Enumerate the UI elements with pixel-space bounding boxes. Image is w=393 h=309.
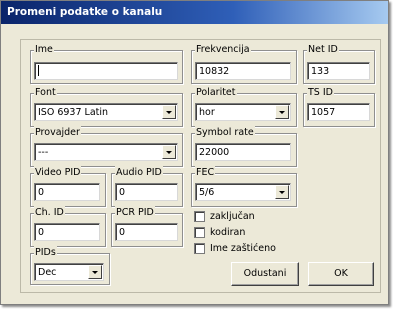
frekvencija-label: Frekvencija: [195, 43, 251, 57]
polaritet-label: Polaritet: [195, 86, 237, 100]
ime-label: Ime: [34, 43, 54, 57]
pcr-pid-input[interactable]: 0: [115, 223, 178, 241]
fec-select-value: 5/6: [199, 187, 215, 198]
chevron-down-icon[interactable]: [275, 185, 289, 199]
pids-label: PIDs: [34, 246, 57, 260]
ts-id-label: TS ID: [307, 86, 334, 100]
symbol-rate-input[interactable]: 22000: [195, 143, 291, 161]
ch-id-label: Ch. ID: [34, 206, 65, 220]
checkbox-kodiran[interactable]: [194, 227, 205, 238]
checkbox-ime-zasticeno-label: Ime zaštićeno: [210, 243, 276, 254]
pids-select-value: Dec: [38, 267, 57, 278]
video-pid-label: Video PID: [34, 166, 82, 180]
checkbox-zakljucan[interactable]: [194, 211, 205, 222]
ime-input[interactable]: [34, 62, 178, 80]
symbol-rate-label: Symbol rate: [195, 126, 255, 140]
polaritet-select-value: hor: [199, 107, 215, 118]
checkbox-kodiran-label: kodiran: [210, 227, 246, 238]
window-title: Promeni podatke o kanalu: [7, 6, 163, 18]
ts-id-input[interactable]: 1057: [307, 103, 370, 121]
polaritet-select[interactable]: hor: [195, 103, 291, 121]
pcr-pid-label: PCR PID: [115, 206, 155, 220]
font-select-value: ISO 6937 Latin: [38, 107, 109, 118]
chevron-down-icon[interactable]: [162, 105, 176, 119]
fec-label: FEC: [195, 166, 216, 180]
provajder-label: Provajder: [34, 126, 81, 140]
channel-edit-dialog: Promeni podatke o kanalu Ime Frekvencija…: [0, 0, 389, 305]
frekvencija-input[interactable]: 10832: [195, 62, 291, 80]
pids-select[interactable]: Dec: [34, 263, 104, 281]
video-pid-input[interactable]: 0: [34, 183, 100, 201]
checkbox-ime-zasticeno[interactable]: [194, 243, 205, 254]
text-caret: [38, 65, 39, 76]
cancel-button[interactable]: Odustani: [231, 262, 299, 286]
checkbox-zakljucan-label: zaključan: [210, 211, 255, 222]
audio-pid-label: Audio PID: [115, 166, 163, 180]
chevron-down-icon[interactable]: [275, 105, 289, 119]
chevron-down-icon[interactable]: [162, 145, 176, 159]
provajder-select-value: ---: [38, 147, 49, 158]
ch-id-input[interactable]: 0: [34, 223, 100, 241]
net-id-label: Net ID: [307, 43, 339, 57]
provajder-select[interactable]: ---: [34, 143, 178, 161]
font-select[interactable]: ISO 6937 Latin: [34, 103, 178, 121]
audio-pid-input[interactable]: 0: [115, 183, 178, 201]
ok-button[interactable]: OK: [308, 262, 374, 286]
net-id-input[interactable]: 133: [307, 62, 370, 80]
title-bar[interactable]: Promeni podatke o kanalu: [1, 1, 388, 24]
chevron-down-icon[interactable]: [88, 265, 102, 279]
fec-select[interactable]: 5/6: [195, 183, 291, 201]
font-label: Font: [34, 86, 57, 100]
